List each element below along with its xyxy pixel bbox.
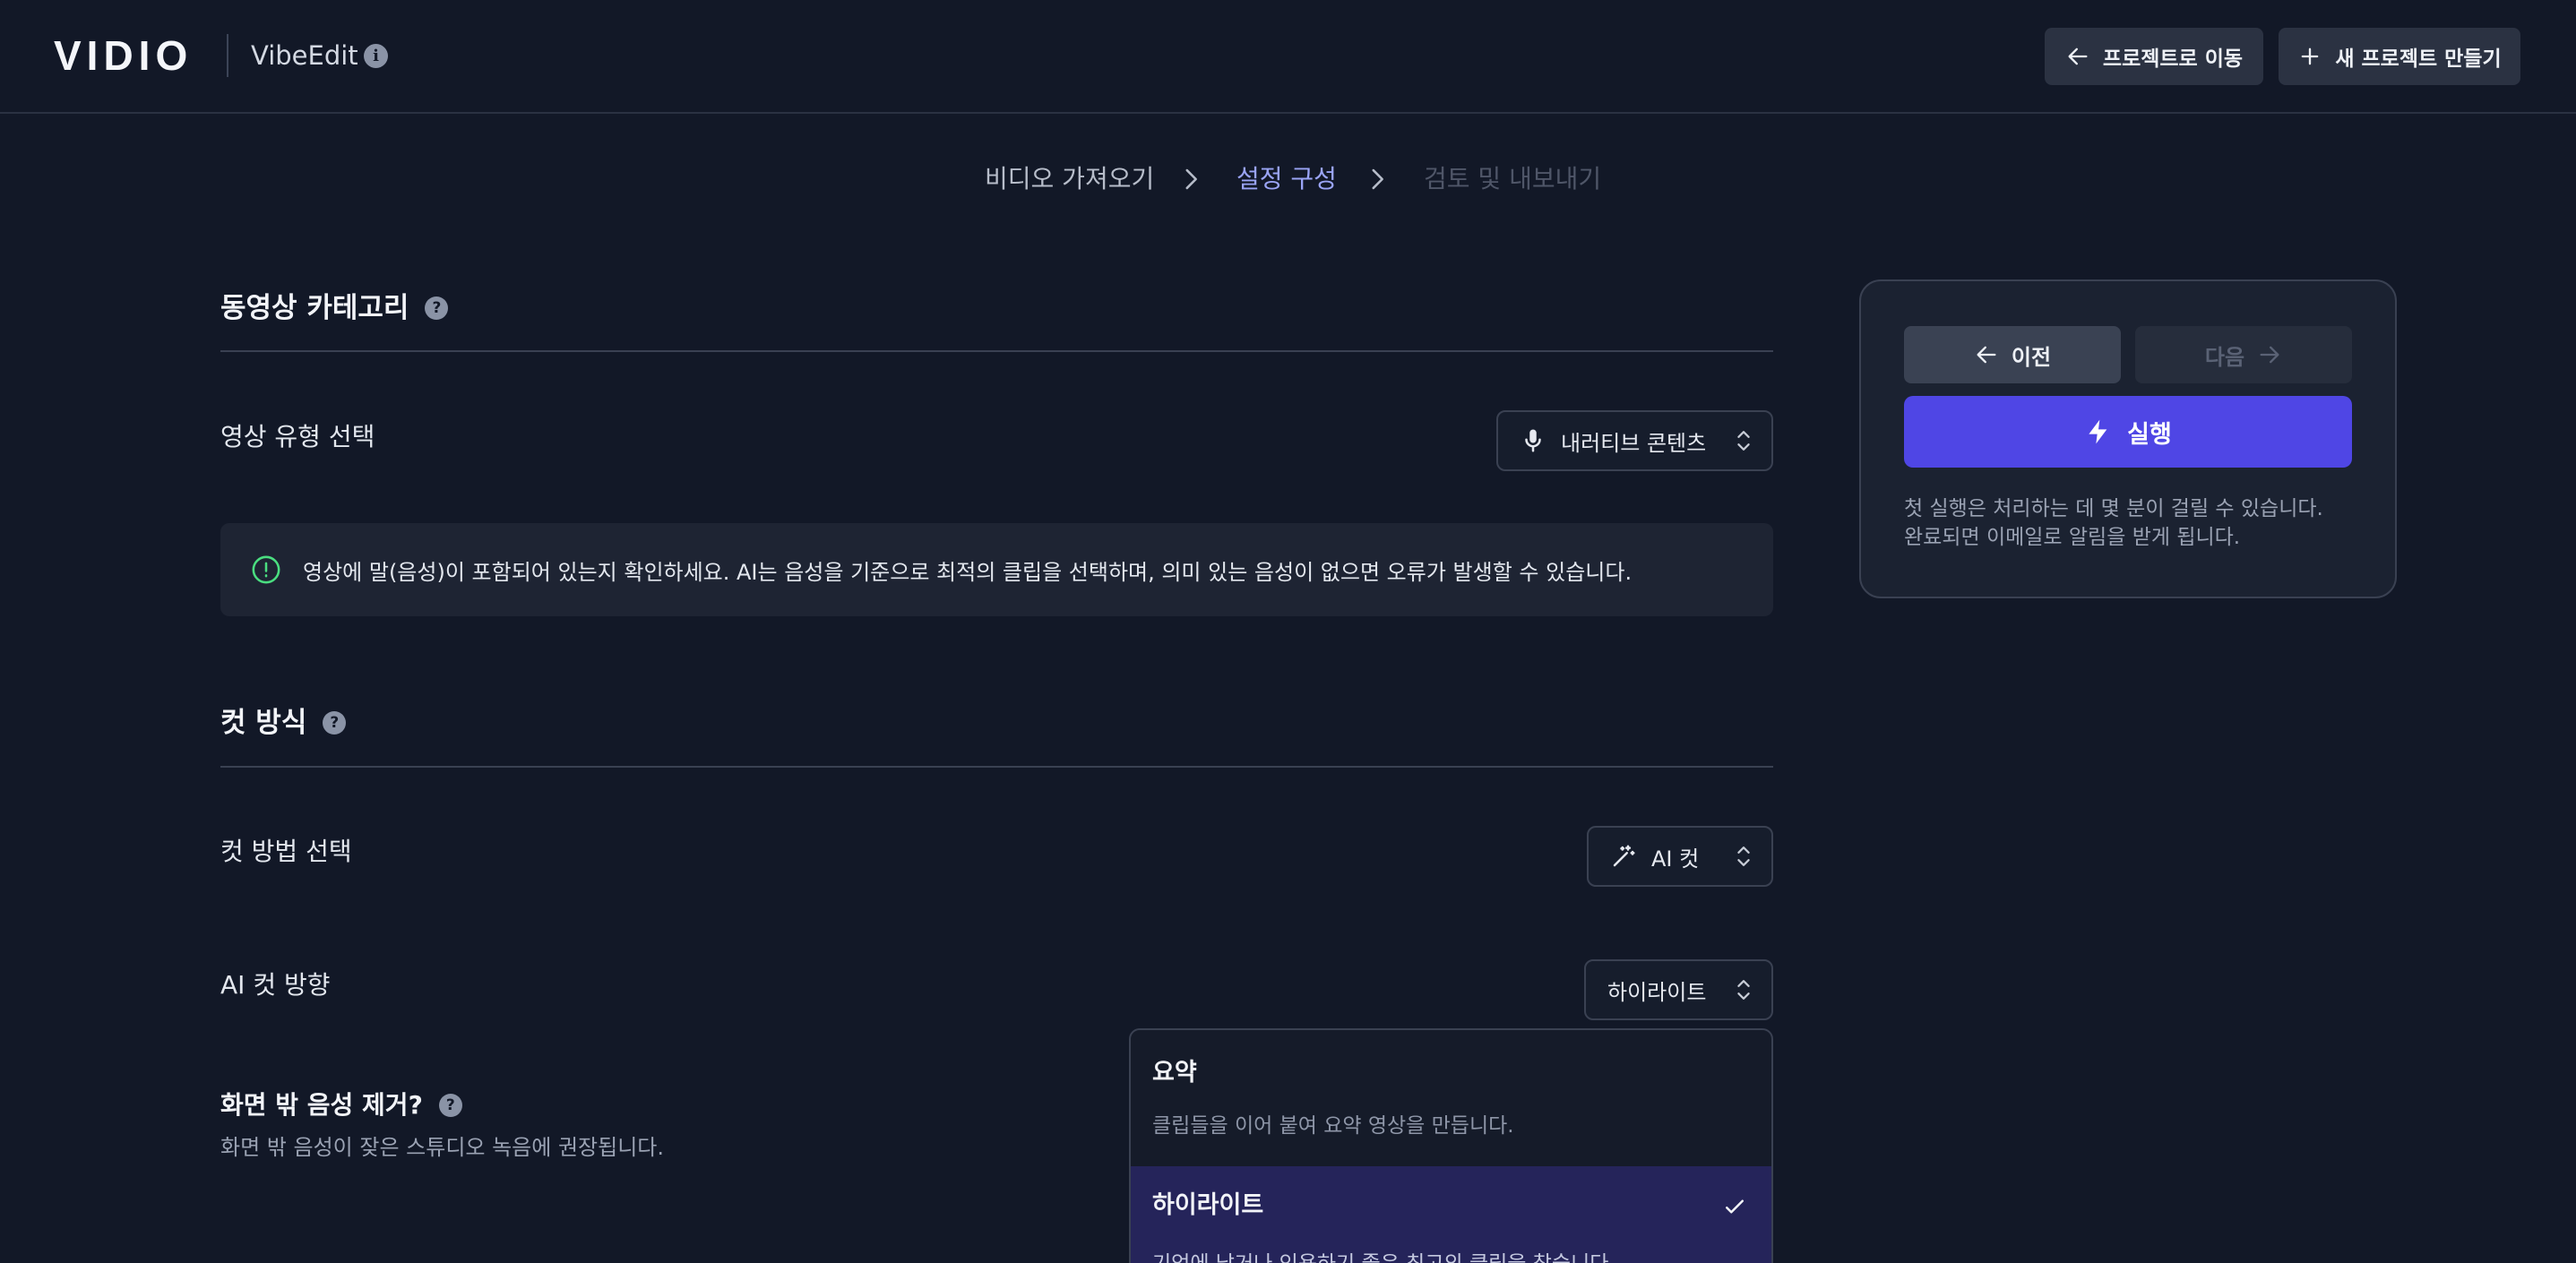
- category-section-title: 동영상 카테고리 ?: [220, 288, 449, 328]
- new-project-label: 새 프로젝트 만들기: [2335, 47, 2502, 71]
- previous-button[interactable]: 이전: [1904, 326, 2121, 383]
- section-divider: [220, 350, 1773, 352]
- microphone-icon: [1525, 429, 1541, 452]
- run-note: 첫 실행은 처리하는 데 몇 분이 걸릴 수 있습니다. 완료되면 이메일로 알…: [1904, 494, 2370, 552]
- section-divider: [220, 766, 1773, 768]
- help-icon[interactable]: ?: [425, 296, 449, 320]
- chevron-up-down-icon: [1737, 980, 1750, 1000]
- cut-method-value: AI 컷: [1651, 846, 1700, 872]
- previous-label: 이전: [2011, 344, 2052, 370]
- step-configure[interactable]: 설정 구성: [1236, 161, 1337, 197]
- step-import-video[interactable]: 비디오 가져오기: [985, 161, 1154, 197]
- cut-title-text: 컷 방식: [220, 707, 307, 739]
- option-summary[interactable]: 요약 클립들을 이어 붙여 요약 영상을 만듭니다.: [1131, 1030, 1771, 1166]
- app-page: VIDIO VibeEdit i 프로젝트로 이동 새 프로젝트 만들기 비디오…: [0, 0, 2576, 1263]
- option-highlight[interactable]: 하이라이트 기억에 남거나 인용하기 좋은 최고의 클립을 찾습니다.: [1131, 1166, 1771, 1263]
- alert-circle-icon: [252, 555, 280, 584]
- plus-icon: [2302, 47, 2319, 65]
- run-button[interactable]: 실행: [1904, 396, 2352, 468]
- ai-direction-label: AI 컷 방향: [220, 970, 331, 1000]
- next-label: 다음: [2204, 344, 2245, 370]
- help-icon[interactable]: ?: [438, 1094, 462, 1117]
- top-bar: VIDIO VibeEdit i 프로젝트로 이동 새 프로젝트 만들기: [0, 0, 2576, 114]
- vidio-logo[interactable]: VIDIO: [54, 34, 193, 77]
- check-icon: [1726, 1199, 1744, 1214]
- offscreen-audio-label: 화면 밖 음성 제거?: [220, 1090, 423, 1120]
- option-title: 요약: [1152, 1059, 1197, 1087]
- arrow-right-icon: [2260, 346, 2279, 364]
- next-button[interactable]: 다음: [2135, 326, 2352, 383]
- video-type-value: 내러티브 콘텐츠: [1561, 430, 1707, 456]
- info-icon[interactable]: i: [364, 44, 388, 68]
- chevron-right-icon: [1185, 168, 1197, 190]
- action-panel: 이전 다음 실행 첫 실행은 처리하는 데 몇 분이 걸릴 수 있습니다. 완료…: [1859, 279, 2397, 598]
- cut-method-label: 컷 방법 선택: [220, 837, 352, 866]
- video-type-label: 영상 유형 선택: [220, 422, 375, 451]
- lightning-icon: [2089, 419, 2107, 444]
- option-desc: 클립들을 이어 붙여 요약 영상을 만듭니다.: [1152, 1114, 1514, 1138]
- video-type-select[interactable]: 내러티브 콘텐츠: [1496, 410, 1773, 471]
- new-project-button[interactable]: 새 프로젝트 만들기: [2279, 28, 2520, 85]
- option-title: 하이라이트: [1152, 1191, 1264, 1219]
- ai-direction-value: 하이라이트: [1607, 979, 1707, 1005]
- chevron-up-down-icon: [1737, 846, 1750, 866]
- category-title-text: 동영상 카테고리: [220, 292, 409, 324]
- go-to-projects-label: 프로젝트로 이동: [2102, 47, 2244, 71]
- step-review-export: 검토 및 내보내기: [1424, 164, 1602, 193]
- offscreen-audio-desc: 화면 밖 음성이 잦은 스튜디오 녹음에 권장됩니다.: [220, 1135, 665, 1160]
- arrow-left-icon: [2068, 47, 2088, 65]
- speech-notice: 영상에 말(음성)이 포함되어 있는지 확인하세요. AI는 음성을 기준으로 …: [220, 523, 1773, 616]
- run-label: 실행: [2127, 420, 2172, 449]
- help-icon[interactable]: ?: [323, 711, 347, 735]
- cut-method-select[interactable]: AI 컷: [1587, 826, 1773, 887]
- offscreen-audio-title: 화면 밖 음성 제거? ?: [220, 1086, 462, 1125]
- magic-wand-icon: [1613, 845, 1635, 867]
- chevron-right-icon: [1372, 168, 1383, 190]
- option-desc: 기억에 남거나 인용하기 좋은 최고의 클립을 찾습니다.: [1152, 1249, 1615, 1263]
- run-note-line: 완료되면 이메일로 알림을 받게 됩니다.: [1904, 526, 2241, 549]
- chevron-up-down-icon: [1737, 431, 1750, 451]
- ai-direction-dropdown: 요약 클립들을 이어 붙여 요약 영상을 만듭니다. 하이라이트 기억에 남거나…: [1129, 1028, 1773, 1263]
- run-note-line: 첫 실행은 처리하는 데 몇 분이 걸릴 수 있습니다.: [1904, 497, 2323, 520]
- arrow-left-icon: [1977, 346, 1996, 364]
- cut-section-title: 컷 방식 ?: [220, 703, 347, 743]
- go-to-projects-button[interactable]: 프로젝트로 이동: [2045, 28, 2263, 85]
- brand-divider: [227, 34, 228, 77]
- ai-direction-select[interactable]: 하이라이트: [1584, 959, 1773, 1020]
- product-name: VibeEdit: [251, 40, 358, 71]
- speech-notice-text: 영상에 말(음성)이 포함되어 있는지 확인하세요. AI는 음성을 기준으로 …: [303, 559, 1633, 585]
